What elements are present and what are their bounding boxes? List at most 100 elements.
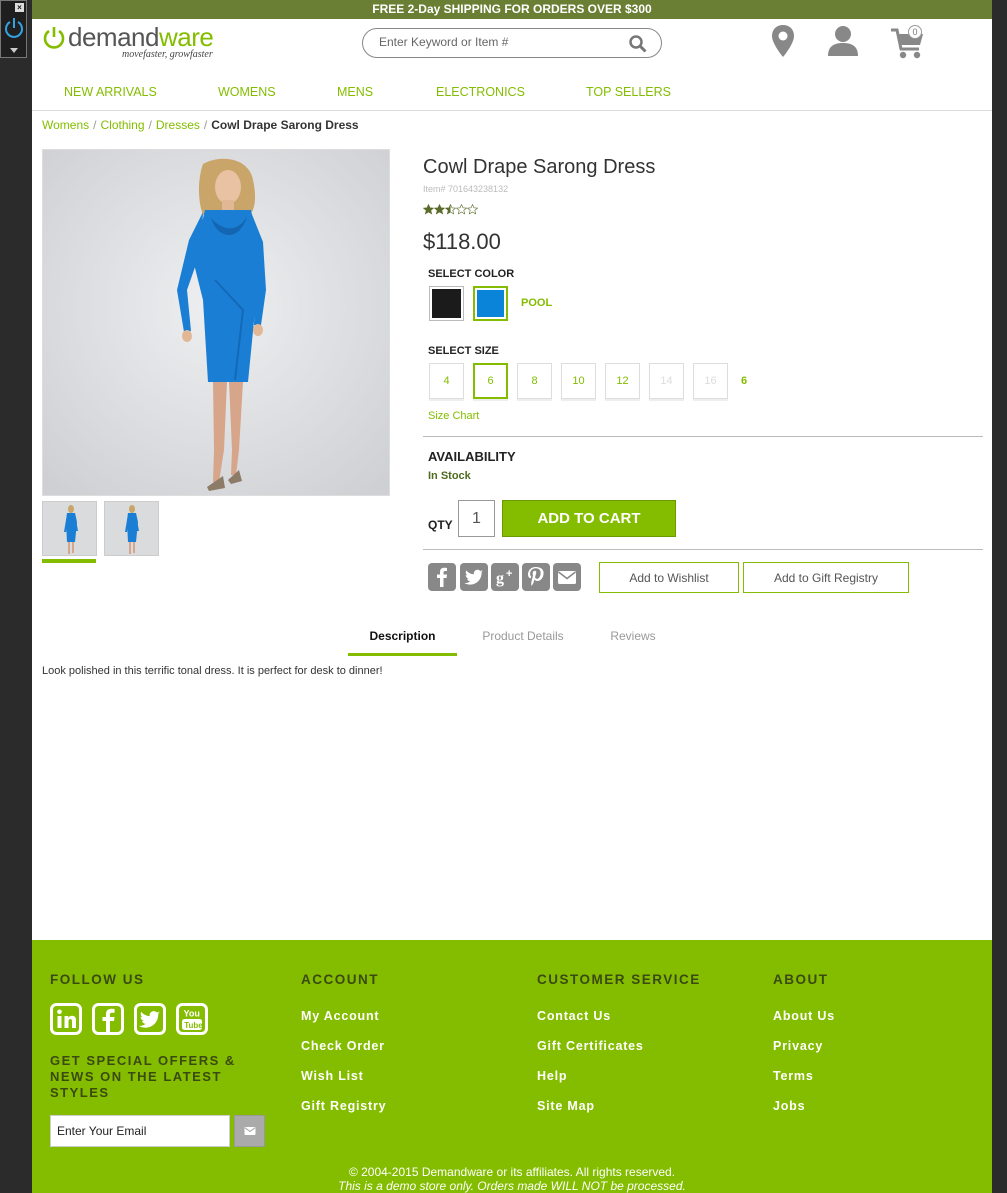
pinterest-share-icon[interactable] [522,563,550,591]
product-description: Look polished in this terrific tonal dre… [42,665,383,677]
logo-ware: ware [158,22,214,52]
facebook-icon[interactable] [92,1003,124,1035]
newsletter-submit-button[interactable] [234,1115,265,1147]
cart-count-badge: 0 [908,25,922,39]
dress-model-image [43,150,389,495]
nav-electronics[interactable]: ELECTRONICS [436,85,525,99]
color-swatch-black[interactable] [429,286,464,321]
cart-button[interactable]: 0 [890,25,926,66]
logo-wordmark: demandware [68,22,214,52]
divider [423,436,983,437]
product-thumbnail[interactable] [104,501,159,556]
logo-demand: demand [68,22,159,52]
logo[interactable]: demandware movefaster, growfaster [42,22,214,60]
footer-link-gift-registry[interactable]: Gift Registry [301,1099,386,1113]
footer-account-heading: ACCOUNT [301,972,379,987]
availability-status: In Stock [428,470,471,482]
footer-copyright: © 2004-2015 Demandware or its affiliates… [348,1165,676,1179]
product-thumbnail[interactable] [42,501,97,556]
newsletter-email-input[interactable] [50,1115,230,1147]
quantity-input[interactable] [458,500,495,537]
tab-description[interactable]: Description [348,622,457,656]
nav-womens[interactable]: WOMENS [218,85,276,99]
footer-link-about-us[interactable]: About Us [773,1009,835,1023]
footer-link-wish-list[interactable]: Wish List [301,1069,364,1083]
availability-label: AVAILABILITY [428,449,516,464]
breadcrumb-separator: / [203,118,208,132]
footer-link-gift-certificates[interactable]: Gift Certificates [537,1039,644,1053]
twitter-icon[interactable] [134,1003,166,1035]
add-to-cart-button[interactable]: ADD TO CART [502,500,676,537]
footer-link-contact-us[interactable]: Contact Us [537,1009,611,1023]
power-icon[interactable] [4,15,24,39]
footer-link-check-order[interactable]: Check Order [301,1039,385,1053]
size-option-6[interactable]: 6 [473,363,508,399]
thumbnail-selected-indicator [42,559,96,563]
email-share-icon[interactable] [553,563,581,591]
store-locator-icon[interactable] [770,24,796,58]
product-main-image[interactable] [42,149,390,496]
page: FREE 2-Day SHIPPING FOR ORDERS OVER $300… [32,0,992,1193]
promo-rest: FOR ORDERS OVER $300 [500,2,652,16]
quantity-label: QTY [428,518,453,532]
search-icon[interactable] [629,35,647,53]
breadcrumb-clothing[interactable]: Clothing [100,118,144,132]
youtube-icon[interactable]: You Tube [176,1003,208,1035]
size-option-10[interactable]: 10 [561,363,596,399]
promo-banner: FREE 2-Day SHIPPING FOR ORDERS OVER $300 [32,0,992,19]
main-nav: NEW ARRIVALS WOMENS MENS ELECTRONICS TOP… [32,71,992,111]
star-rating-icon [423,204,478,215]
account-icon[interactable] [827,25,859,57]
footer-link-site-map[interactable]: Site Map [537,1099,595,1113]
envelope-icon [244,1126,255,1135]
tab-reviews[interactable]: Reviews [588,622,678,656]
product-price: $118.00 [423,229,501,254]
size-option-4[interactable]: 4 [429,363,464,399]
size-option-12[interactable]: 12 [605,363,640,399]
footer-offers-heading: GET SPECIAL OFFERS & NEWS ON THE LATEST … [50,1053,236,1100]
footer-follow-us-heading: FOLLOW US [50,972,145,987]
size-option-14: 14 [649,363,684,399]
size-chart-link[interactable]: Size Chart [428,410,479,422]
chevron-down-icon[interactable] [10,48,18,53]
twitter-share-icon[interactable] [460,563,488,591]
close-icon[interactable]: × [15,3,24,12]
divider [423,549,983,550]
size-option-16: 16 [693,363,728,399]
breadcrumb-womens[interactable]: Womens [42,118,89,132]
select-color-label: SELECT COLOR [428,268,515,280]
add-to-wishlist-button[interactable]: Add to Wishlist [599,562,739,593]
nav-top-sellers[interactable]: TOP SELLERS [586,85,671,99]
footer-link-privacy[interactable]: Privacy [773,1039,823,1053]
breadcrumb: Womens / Clothing / Dresses / Cowl Drape Saron… [42,118,359,132]
footer-link-jobs[interactable]: Jobs [773,1099,805,1113]
site-header: demandware movefaster, growfaster Enter … [32,19,992,71]
linkedin-icon[interactable] [50,1003,82,1035]
footer-about-heading: ABOUT [773,972,829,987]
product-title: Cowl Drape Sarong Dress [423,156,656,178]
google-plus-share-icon[interactable]: g + [491,563,519,591]
svg-text:+: + [506,568,512,580]
footer-demo-notice: This is a demo store only. Orders made W… [338,1179,686,1193]
color-swatch-pool[interactable] [473,286,508,321]
size-option-8[interactable]: 8 [517,363,552,399]
search-input[interactable] [379,35,619,49]
svg-text:g: g [496,570,504,587]
footer-link-terms[interactable]: Terms [773,1069,814,1083]
breadcrumb-dresses[interactable]: Dresses [156,118,200,132]
facebook-share-icon[interactable] [428,563,456,591]
footer-link-my-account[interactable]: My Account [301,1009,379,1023]
browser-extension-toolbar: × [0,0,27,58]
add-to-gift-registry-button[interactable]: Add to Gift Registry [743,562,909,593]
product-rating[interactable] [423,204,479,218]
selected-color-name: POOL [521,297,553,309]
breadcrumb-current: Cowl Drape Sarong Dress [211,118,359,132]
footer-link-help[interactable]: Help [537,1069,567,1083]
nav-new-arrivals[interactable]: NEW ARRIVALS [64,85,157,99]
nav-mens[interactable]: MENS [337,85,373,99]
search-box[interactable] [362,28,662,58]
tab-product-details[interactable]: Product Details [469,622,577,656]
selected-size-value: 6 [741,375,748,387]
thumbnail-image [105,502,158,555]
swatch-fill [477,290,504,317]
